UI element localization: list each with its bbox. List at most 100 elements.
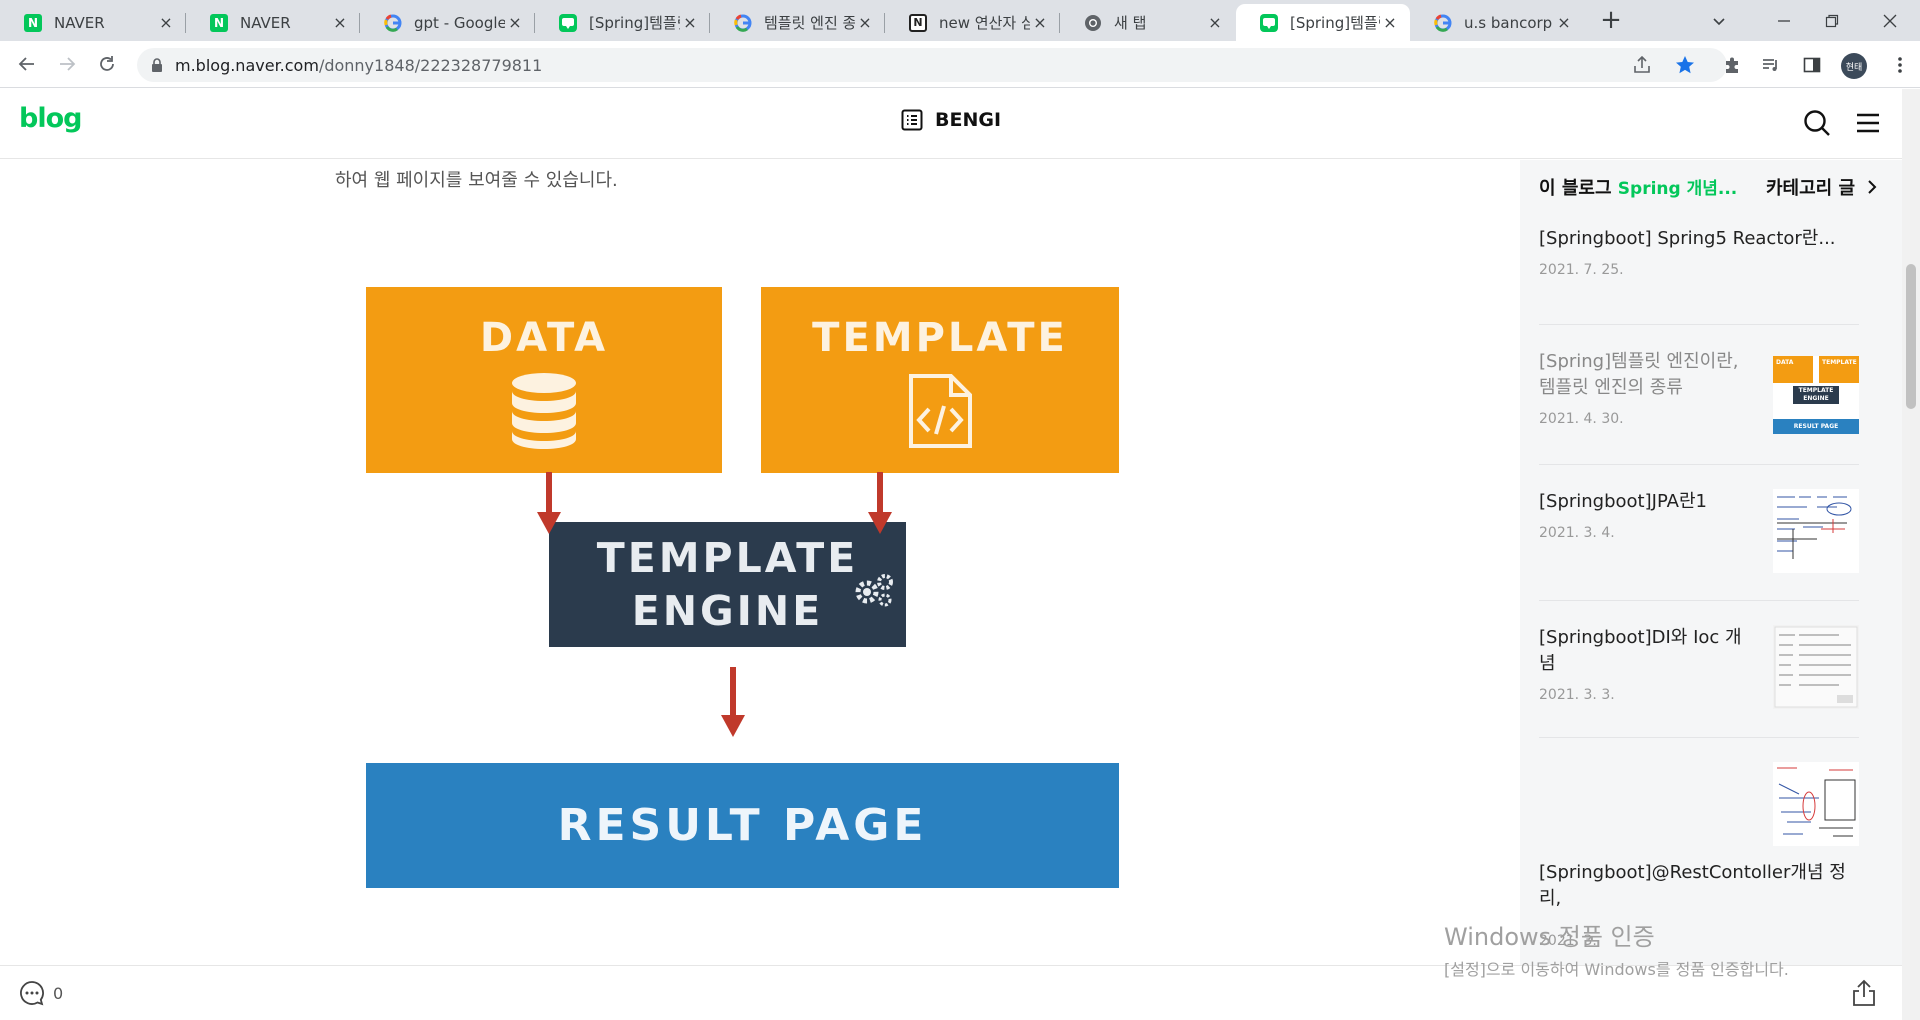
blog-name: BENGI <box>935 109 1002 131</box>
page-scrollbar[interactable] <box>1902 89 1920 1020</box>
browser-tab-active[interactable]: [Spring]템플릿 × <box>1236 4 1410 41</box>
post-date: 2021. 7. 25. <box>1539 262 1624 278</box>
comment-button[interactable]: 0 <box>19 980 63 1006</box>
minimize-icon <box>1778 19 1790 22</box>
chevron-down-icon <box>1713 17 1725 25</box>
close-icon[interactable]: × <box>505 13 525 32</box>
side-panel-button[interactable] <box>1797 50 1827 80</box>
result-label: RESULT PAGE <box>557 800 928 851</box>
close-icon[interactable]: × <box>1205 13 1225 32</box>
post-thumbnail <box>1773 762 1859 846</box>
close-icon[interactable]: × <box>1030 13 1050 32</box>
new-tab-button[interactable]: + <box>1595 7 1627 35</box>
tab-title: NAVER <box>240 13 291 32</box>
url-host: m.blog.naver.com <box>175 55 319 75</box>
google-icon <box>734 14 752 32</box>
google-icon <box>1434 14 1452 32</box>
browser-tab[interactable]: N new 연산자 심 × <box>885 4 1060 41</box>
gears-icon <box>855 574 893 607</box>
share-icon <box>1853 979 1875 1006</box>
arrow-left-icon <box>18 57 34 71</box>
template-engine-diagram: DATA TEMPLATE TEMPLATE ENGINE RESULT PAG… <box>360 280 1130 900</box>
code-file-icon <box>909 374 972 448</box>
restore-button[interactable] <box>1808 0 1856 41</box>
share-button[interactable] <box>1852 979 1876 1011</box>
tab-title: u.s bancorp s <box>1464 13 1554 32</box>
close-window-button[interactable] <box>1866 0 1914 41</box>
restore-icon <box>1825 14 1839 27</box>
browser-tab[interactable]: N NAVER × <box>186 4 360 41</box>
template-engine-box: TEMPLATE ENGINE <box>549 522 906 647</box>
share-icon <box>1634 56 1650 73</box>
blog-title[interactable]: BENGI <box>901 109 1001 131</box>
naver-blog-icon <box>559 13 577 32</box>
browser-tab[interactable]: N NAVER × <box>0 4 186 41</box>
share-page-button[interactable] <box>1627 48 1657 82</box>
media-button[interactable] <box>1756 50 1786 80</box>
blog-logo[interactable]: blog <box>19 103 82 134</box>
post-title: [Springboot]DI와 Ioc 개념 <box>1539 627 1742 674</box>
category-name[interactable]: Spring 개념... <box>1618 179 1737 199</box>
forward-button[interactable] <box>51 48 83 80</box>
close-icon[interactable]: × <box>680 13 700 32</box>
handwritten-notes-image <box>1777 496 1852 559</box>
intro-text: 하여 웹 페이지를 보여줄 수 있습니다. <box>335 170 618 191</box>
scrollbar-thumb[interactable] <box>1906 264 1916 409</box>
reload-button[interactable] <box>91 48 123 80</box>
close-icon[interactable]: × <box>156 13 176 32</box>
browser-tab[interactable]: 새 탭 × <box>1060 4 1235 41</box>
tab-title: 템플릿 엔진 종 <box>764 14 855 32</box>
watermark-title: Windows 정품 인증 <box>1444 923 1655 951</box>
post-thumbnail <box>1773 625 1859 709</box>
comment-icon <box>20 981 44 1006</box>
lock-icon <box>152 58 162 72</box>
address-bar[interactable]: m.blog.naver.com/donny1848/222328779811 <box>137 48 1727 82</box>
extensions-button[interactable] <box>1717 50 1747 80</box>
tab-title: [Spring]템플릿 <box>1290 14 1380 32</box>
list-icon <box>901 109 923 131</box>
close-icon[interactable]: × <box>855 13 875 32</box>
engine-label: TEMPLATE ENGINE <box>597 532 858 638</box>
tab-title: gpt - Google <box>414 13 505 32</box>
list-item-current[interactable]: [Spring]템플릿 엔진이란, 템플릿 엔진의 종류 2021. 4. 30… <box>1539 325 1859 465</box>
settings-screenshot-image <box>1774 626 1858 708</box>
browser-tab[interactable]: u.s bancorp s × <box>1410 4 1584 41</box>
browser-menu-button[interactable] <box>1885 50 1915 80</box>
watermark-subtitle: [설정]으로 이동하여 Windows를 정품 인증합니다. <box>1444 960 1789 979</box>
minimize-button[interactable] <box>1760 0 1808 41</box>
template-label: TEMPLATE <box>812 315 1068 361</box>
menu-button[interactable] <box>1852 107 1884 139</box>
data-label: DATA <box>479 315 609 361</box>
category-posts-panel: 이 블로그 Spring 개념... 카테고리 글 [Springboot] S… <box>1520 160 1902 965</box>
list-item[interactable]: [Springboot]JPA란1 2021. 3. 4. <box>1539 465 1859 601</box>
back-button[interactable] <box>11 48 43 80</box>
browser-tab[interactable]: gpt - Google × <box>360 4 535 41</box>
close-icon[interactable]: × <box>330 13 350 32</box>
search-button[interactable] <box>1801 107 1833 139</box>
browser-tab[interactable]: 템플릿 엔진 종 × <box>710 4 885 41</box>
template-box: TEMPLATE <box>761 287 1119 473</box>
browser-toolbar: m.blog.naver.com/donny1848/222328779811 … <box>0 41 1920 88</box>
list-item[interactable]: [Springboot]DI와 Ioc 개념 2021. 3. 3. <box>1539 601 1859 738</box>
category-posts-link[interactable]: 카테고리 글 <box>1766 174 1877 200</box>
list-item[interactable]: [Springboot] Spring5 Reactor란... 2021. 7… <box>1539 226 1859 325</box>
close-icon <box>1883 14 1897 27</box>
thumb-engine: TEMPLATE ENGINE <box>1793 386 1839 404</box>
star-icon <box>1676 56 1694 74</box>
side-panel-icon <box>1803 57 1821 73</box>
windows-activation-watermark: Windows 정품 인증 [설정]으로 이동하여 Windows를 정품 인증… <box>1444 917 1789 980</box>
google-icon <box>384 14 402 32</box>
close-icon[interactable]: × <box>1554 13 1574 32</box>
browser-tab[interactable]: [Spring]템플릿 × <box>535 4 710 41</box>
tab-title: [Spring]템플릿 <box>589 14 680 32</box>
comment-count: 0 <box>53 983 64 1003</box>
post-title: [Springboot]@RestContoller개념 정리, <box>1539 862 1846 909</box>
chrome-icon <box>1084 14 1102 32</box>
tab-search-button[interactable] <box>1695 0 1743 41</box>
blog-header: blog BENGI <box>0 89 1902 159</box>
naver-blog-icon <box>1260 13 1278 32</box>
profile-avatar[interactable]: 현태 <box>1841 53 1867 79</box>
close-icon[interactable]: × <box>1380 13 1400 32</box>
bookmark-button[interactable] <box>1670 48 1700 82</box>
diagram-notes-image <box>1777 767 1856 837</box>
